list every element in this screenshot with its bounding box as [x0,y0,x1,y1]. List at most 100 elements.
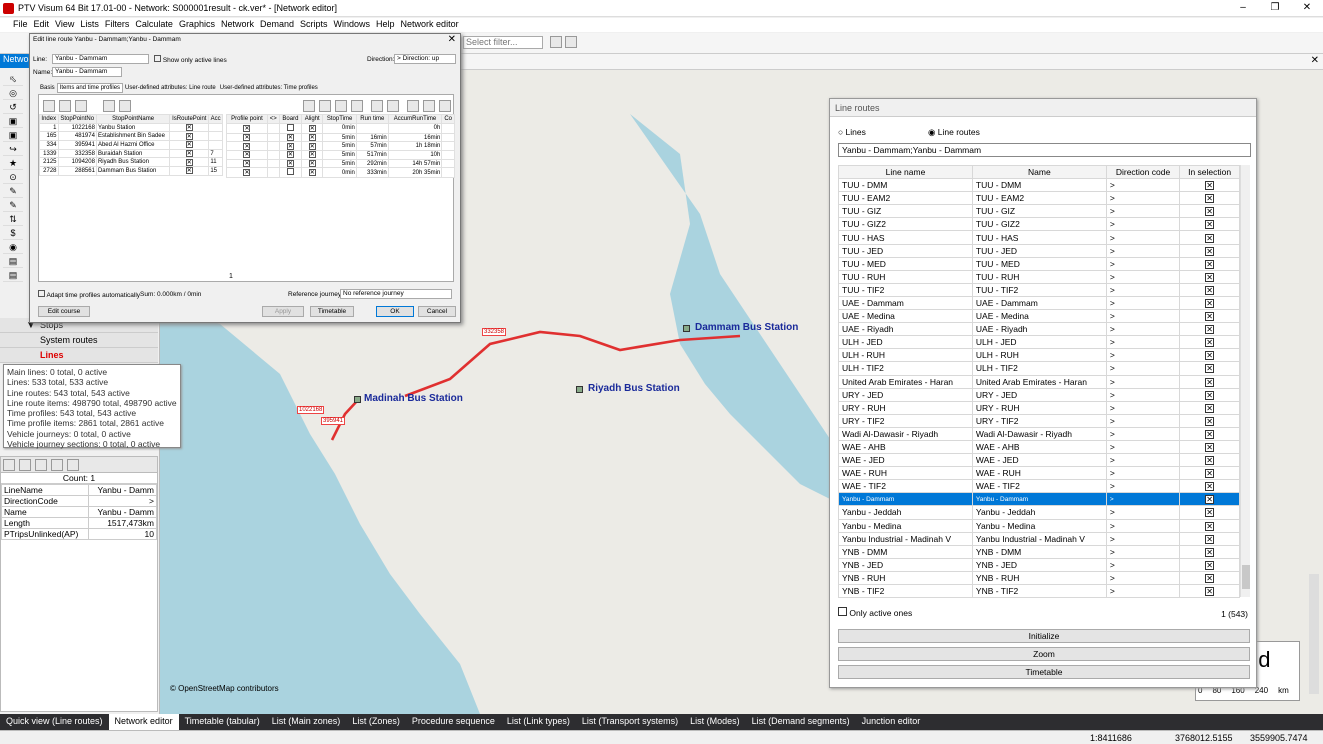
checkbox[interactable]: ✕ [1205,521,1215,531]
territory-icon[interactable]: ⊙ [3,170,23,184]
column-header[interactable]: StopPointNo [57,114,97,124]
column-header[interactable]: Alight [301,114,324,124]
table-row[interactable]: UAE - Medina UAE - Medina > ✕ [838,309,1240,324]
insert-icon[interactable] [59,100,71,112]
filter-icon[interactable] [550,36,562,48]
table-row[interactable]: YNB - RUH YNB - RUH > ✕ [838,570,1240,586]
checkbox[interactable]: ✕ [1205,560,1215,570]
tree-item-system-routes[interactable]: System routes [0,333,158,348]
folder-icon[interactable] [51,459,63,471]
map-scrollbar[interactable] [1309,574,1319,694]
in-selection-cell[interactable]: ✕ [1179,544,1240,559]
station-marker[interactable] [683,325,690,332]
cancel-button[interactable]: Cancel [418,306,456,317]
attr-value[interactable]: > [88,495,157,507]
in-selection-cell[interactable]: ✕ [1179,322,1240,337]
grid-icon[interactable] [3,459,15,471]
station-madinah[interactable]: Madinah Bus Station [364,393,463,404]
table-row[interactable]: Yanbu - Dammam Yanbu - Dammam > ✕ [838,492,1240,507]
checkbox[interactable] [38,290,45,297]
dialog-close-icon[interactable]: ✕ [448,34,456,45]
move-icon[interactable] [75,100,87,112]
checkbox-cell[interactable]: ✕ [278,141,303,152]
table-row[interactable]: ✕ ✕ ✕ 5min 57min 1h 18min [226,141,455,152]
zone-icon[interactable]: ▣ [3,114,23,128]
checkbox[interactable]: ✕ [1205,338,1215,348]
is-route-point-cell[interactable]: ✕ [169,122,210,133]
menu-file[interactable]: File [10,18,31,32]
is-route-point-cell[interactable]: ✕ [169,140,210,150]
checkbox-cell[interactable]: ✕ [226,158,268,169]
table-row[interactable]: ✕ ✕ ✕ 5min 16min 16min [226,132,455,143]
checkbox[interactable]: ✕ [1205,207,1215,217]
table-row[interactable]: 2728 288561 Dammam Bus Station ✕ 15 [39,166,223,176]
poi-icon[interactable]: ★ [3,156,23,170]
checkbox-cell[interactable] [266,150,280,160]
checkbox[interactable]: ✕ [286,134,294,142]
in-selection-cell[interactable]: ✕ [1179,256,1240,271]
checkbox-cell[interactable]: ✕ [301,141,324,152]
folder-icon[interactable] [565,36,577,48]
table-row[interactable]: TUU - JED TUU - JED > ✕ [838,243,1240,258]
in-selection-cell[interactable]: ✕ [1179,178,1240,193]
checkbox[interactable]: ✕ [185,158,193,166]
menu-windows[interactable]: Windows [331,18,374,32]
clock-icon[interactable] [371,100,383,112]
select-icon[interactable] [119,100,131,112]
doc-tab[interactable]: List (Transport systems) [576,714,684,730]
checkbox-cell[interactable]: ✕ [278,132,303,143]
checkbox[interactable]: ✕ [1205,469,1215,479]
in-selection-cell[interactable]: ✕ [1179,230,1240,245]
line-routes-scrollbar[interactable] [1240,165,1250,597]
in-selection-cell[interactable]: ✕ [1179,413,1240,428]
in-selection-cell[interactable]: ✕ [1179,570,1240,586]
checkbox[interactable] [286,168,294,176]
table-row[interactable]: WAE - TIF2 WAE - TIF2 > ✕ [838,479,1240,494]
doc-tab[interactable]: Timetable (tabular) [179,714,266,730]
attr-value[interactable]: Yanbu - Damm [88,506,157,518]
in-selection-cell[interactable]: ✕ [1179,466,1240,481]
network-tab[interactable]: Netwo [0,54,30,68]
table-row[interactable]: WAE - RUH WAE - RUH > ✕ [838,466,1240,481]
column-header[interactable]: StopTime [322,114,357,124]
checkbox[interactable]: ✕ [308,124,316,132]
checkbox[interactable]: ✕ [185,167,193,175]
attr-value[interactable]: 10 [88,528,157,540]
in-selection-cell[interactable]: ✕ [1179,453,1240,468]
table-row[interactable]: URY - JED URY - JED > ✕ [838,387,1240,402]
checkbox[interactable]: ✕ [243,142,251,150]
checkbox-cell[interactable]: ✕ [278,150,303,160]
table-row[interactable]: UAE - Dammam UAE - Dammam > ✕ [838,295,1240,311]
checkbox[interactable]: ✕ [243,124,251,132]
table-row[interactable]: UAE - Riyadh UAE - Riyadh > ✕ [838,322,1240,337]
checkbox[interactable]: ✕ [1205,312,1215,322]
in-selection-cell[interactable]: ✕ [1179,348,1240,363]
table-row[interactable]: United Arab Emirates - Haran United Arab … [838,374,1240,389]
doc-tab[interactable]: Quick view (Line routes) [0,714,109,730]
checkbox-cell[interactable]: ✕ [301,150,324,160]
checkbox[interactable]: ✕ [1205,377,1215,387]
column-header[interactable]: IsRoutePoint [169,114,210,124]
checkbox[interactable]: ✕ [185,150,193,158]
edit-course-button[interactable]: Edit course [38,306,90,317]
checkbox[interactable]: ✕ [308,142,316,150]
table-row[interactable]: WAE - AHB WAE - AHB > ✕ [838,439,1240,455]
doc-tab[interactable]: List (Demand segments) [746,714,856,730]
table-row[interactable]: TUU - MED TUU - MED > ✕ [838,256,1240,271]
tree-item-lines[interactable]: Lines [0,348,158,363]
station-dammam[interactable]: Dammam Bus Station [695,322,798,333]
table-row[interactable]: TUU - GIZ TUU - GIZ > ✕ [838,204,1240,219]
radio-lines[interactable]: ○ Lines [838,127,866,137]
checkbox[interactable]: ✕ [1205,416,1215,426]
checkbox-cell[interactable]: ✕ [226,141,268,152]
checkbox[interactable]: ✕ [1205,246,1215,256]
menu-calculate[interactable]: Calculate [132,18,176,32]
checkbox[interactable]: ✕ [308,160,316,168]
table-row[interactable]: TUU - DMM TUU - DMM > ✕ [838,178,1240,193]
table-row[interactable]: 1339 332358 Buraidah Station ✕ 7 [39,148,223,159]
delete-icon[interactable] [351,100,363,112]
checkbox-cell[interactable]: ✕ [301,158,324,169]
apply-button[interactable]: Apply [262,306,304,317]
in-selection-cell[interactable]: ✕ [1179,243,1240,258]
list-icon[interactable] [407,100,419,112]
